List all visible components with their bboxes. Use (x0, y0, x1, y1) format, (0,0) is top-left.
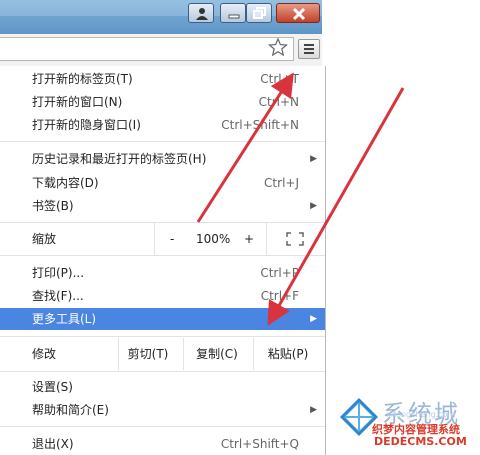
watermark: 系统城 xitongcheng.com 织梦内容管理系统 DEDECMS.COM (330, 392, 480, 455)
watermark-site: DEDECMS.COM (374, 435, 467, 448)
arrow-to-menu-button (196, 72, 294, 223)
arrow-to-more-tools (267, 87, 405, 326)
annotation-arrows (196, 72, 405, 326)
watermark-domain: xitongcheng.com (386, 410, 456, 419)
